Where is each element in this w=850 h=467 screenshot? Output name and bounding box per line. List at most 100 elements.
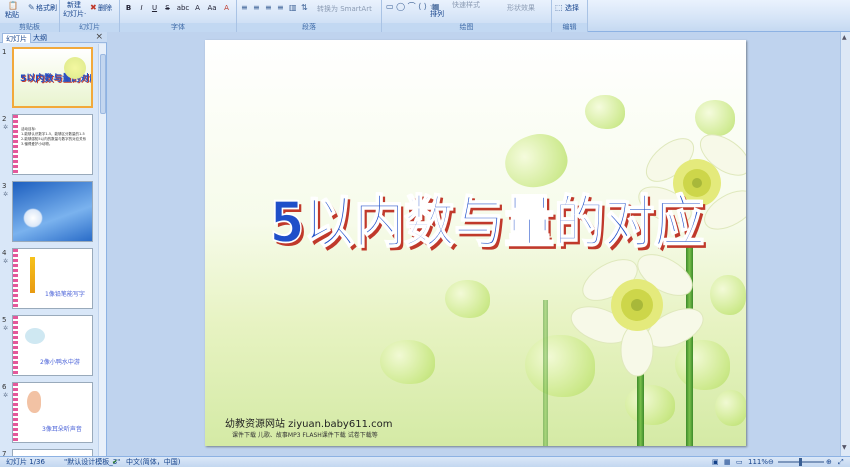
- thumb-caption: 2像小鸭水中游: [40, 359, 80, 366]
- delete-icon: ✖: [90, 3, 97, 12]
- normal-view-icon[interactable]: ▣: [712, 457, 719, 467]
- slide-title[interactable]: 5以内数与量的对应: [267, 178, 707, 259]
- petal: [625, 385, 675, 425]
- format-painter-icon: ✎: [28, 3, 35, 12]
- editing-group-label: 编辑: [552, 23, 587, 32]
- format-painter-button[interactable]: 格式刷: [36, 4, 57, 13]
- tab-outline[interactable]: 大纲: [30, 33, 50, 43]
- daffodil-flower: [570, 254, 704, 377]
- spellcheck-icon[interactable]: ✔: [112, 457, 118, 467]
- slide-number: 1: [2, 48, 7, 56]
- animation-icon: ✲: [3, 392, 9, 399]
- delete-slide-button[interactable]: 删除: [98, 4, 112, 13]
- bold-button[interactable]: B: [124, 4, 133, 13]
- convert-smartart-button[interactable]: 转换为 SmartArt: [317, 5, 372, 14]
- drawing-group: ▭ ◯ ⌒ ⟨ ⟩ ☆ ▦ 排列 快速样式 形状效果 绘图: [382, 0, 552, 32]
- select-icon: ⬚: [555, 3, 563, 12]
- slide-number: 4: [2, 249, 7, 257]
- slide-thumbnail-3[interactable]: [12, 181, 93, 242]
- panel-scrollbar-thumb[interactable]: [100, 54, 106, 114]
- thumb-border: [13, 383, 18, 442]
- slide-canvas[interactable]: 5以内数与量的对应 幼教资源网站 ziyuan.baby611.com 课件下载…: [205, 40, 746, 446]
- char-spacing-button[interactable]: A: [193, 4, 202, 13]
- animation-icon: ✲: [3, 258, 9, 265]
- clipboard-group-label: 剪贴板: [0, 23, 59, 32]
- slide-number: 2: [2, 115, 7, 123]
- columns-icon[interactable]: ▥: [289, 3, 297, 12]
- slides-group: 新建 幻灯片· ✖ 删除 幻灯片: [60, 0, 120, 32]
- scroll-up-icon[interactable]: ▲: [842, 34, 847, 41]
- thumb-border: [13, 115, 18, 174]
- zoom-slider-handle[interactable]: [799, 458, 802, 466]
- slideshow-icon[interactable]: ▭: [736, 457, 743, 467]
- status-bar: 幻灯片 1/36 "默认设计模板_3" ✔ 中文(简体，中国) ▣ ▦ ▭ 11…: [0, 456, 850, 467]
- quick-styles-button[interactable]: 快速样式: [452, 1, 480, 10]
- underline-button[interactable]: U: [150, 4, 159, 13]
- select-button[interactable]: 选择: [565, 4, 579, 13]
- paragraph-group-label: 段落: [237, 23, 381, 32]
- scroll-down-icon[interactable]: ▼: [842, 444, 847, 451]
- thumb-flower: [64, 57, 86, 79]
- petal: [445, 280, 490, 318]
- italic-button[interactable]: I: [137, 4, 146, 13]
- petal: [585, 95, 625, 129]
- slide-thumbnail-4[interactable]: 1像铅笔能写字: [12, 248, 93, 309]
- petal: [380, 340, 435, 384]
- slide-sorter-icon[interactable]: ▦: [724, 457, 731, 467]
- slides-group-label: 幻灯片: [60, 23, 119, 32]
- zoom-in-icon[interactable]: ⊕: [826, 457, 832, 467]
- animation-icon: ✲: [3, 325, 9, 332]
- panel-scrollbar[interactable]: [98, 44, 106, 456]
- ribbon: 📋 粘贴 ✎ 格式刷 剪贴板 新建 幻灯片· ✖ 删除 幻灯片 B I U S …: [0, 0, 850, 32]
- paste-icon[interactable]: 📋: [8, 1, 18, 10]
- change-case-button[interactable]: Aa: [206, 4, 218, 13]
- tab-slides[interactable]: 幻灯片: [2, 33, 31, 43]
- shadow-button[interactable]: abc: [176, 4, 190, 13]
- slide-thumbnail-6[interactable]: 3像耳朵听声音: [12, 382, 93, 443]
- new-slide-button[interactable]: 新建: [67, 1, 81, 10]
- slide-thumbnail-5[interactable]: 2像小鸭水中游: [12, 315, 93, 376]
- align-center-icon[interactable]: ≡: [253, 3, 260, 12]
- thumb-text: 活动目标: 1.能够认识数字1-5，能够区分数量的1-5 2.能够感知5以内的数…: [21, 127, 86, 147]
- font-group: B I U S abc A Aa A 字体: [120, 0, 237, 32]
- paragraph-group: ≡ ≡ ≡ ≡ ▥ ⇅ 转换为 SmartArt 段落: [237, 0, 382, 32]
- petal: [710, 275, 746, 315]
- slide-number: 3: [2, 182, 7, 190]
- slide-thumbnail-2[interactable]: 活动目标: 1.能够认识数字1-5，能够区分数量的1-5 2.能够感知5以内的数…: [12, 114, 93, 175]
- shape-effects-button[interactable]: 形状效果: [507, 4, 535, 13]
- font-color-button[interactable]: A: [222, 4, 231, 13]
- thumb-caption: 3像耳朵听声音: [42, 426, 82, 433]
- slide-number: 5: [2, 316, 7, 324]
- thumb-border: [13, 316, 18, 375]
- vertical-scrollbar[interactable]: ▲ ▼: [840, 32, 850, 456]
- slide-number: 6: [2, 383, 7, 391]
- paste-button[interactable]: 粘贴: [5, 11, 19, 20]
- thumb-border: [13, 249, 18, 308]
- slide-thumbnail-1[interactable]: 5以内数与量的对应: [12, 47, 93, 108]
- align-left-icon[interactable]: ≡: [241, 3, 248, 12]
- zoom-out-icon[interactable]: ⊖: [768, 457, 774, 467]
- new-slide-button-line2[interactable]: 幻灯片·: [63, 10, 86, 19]
- thumb-ear: [27, 391, 41, 413]
- zoom-level[interactable]: 111%: [748, 457, 768, 467]
- editing-group: ⬚ 选择 编辑: [552, 0, 588, 32]
- thumb-pencil: [30, 257, 35, 293]
- petal: [715, 390, 746, 426]
- font-group-label: 字体: [120, 23, 236, 32]
- strikethrough-button[interactable]: S: [163, 4, 172, 13]
- animation-icon: ✲: [3, 191, 9, 198]
- footer-subtitle: 课件下载 儿歌、故事MP3 FLASH课件下载 试卷下载等: [232, 432, 378, 439]
- text-direction-icon[interactable]: ⇅: [301, 3, 308, 12]
- language-indicator[interactable]: 中文(简体，中国): [126, 457, 180, 467]
- fit-to-window-icon[interactable]: ⤢: [838, 457, 844, 467]
- close-icon[interactable]: ×: [95, 32, 103, 43]
- align-right-icon[interactable]: ≡: [265, 3, 272, 12]
- justify-icon[interactable]: ≡: [277, 3, 284, 12]
- slide-thumbnail-7[interactable]: [12, 449, 93, 456]
- thumb-duck: [25, 328, 45, 344]
- clipboard-group: 📋 粘贴 ✎ 格式刷 剪贴板: [0, 0, 60, 32]
- thumb-dandelion: [23, 208, 43, 228]
- arrange-button[interactable]: 排列: [430, 10, 444, 19]
- footer-website: 幼教资源网站 ziyuan.baby611.com: [225, 419, 393, 430]
- slide-indicator: 幻灯片 1/36: [6, 458, 45, 466]
